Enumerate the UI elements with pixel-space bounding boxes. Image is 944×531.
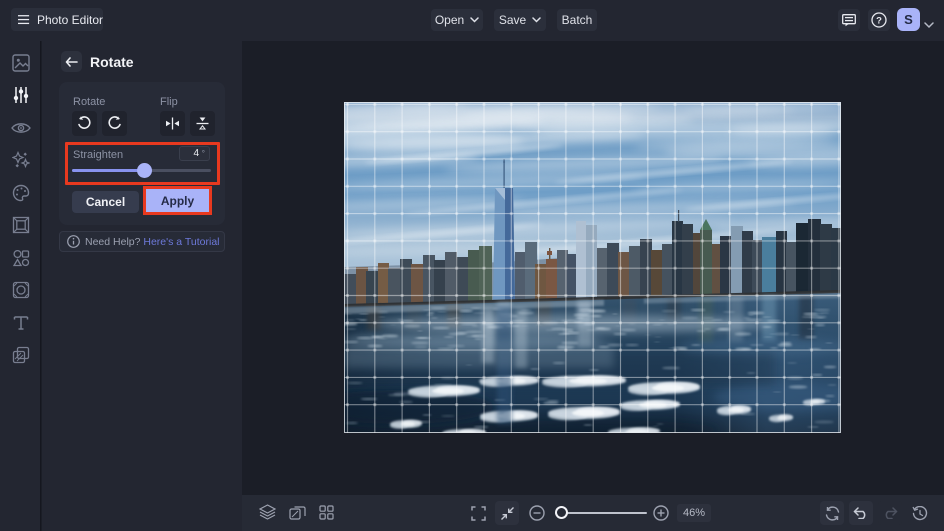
svg-text:?: ?: [876, 15, 882, 26]
